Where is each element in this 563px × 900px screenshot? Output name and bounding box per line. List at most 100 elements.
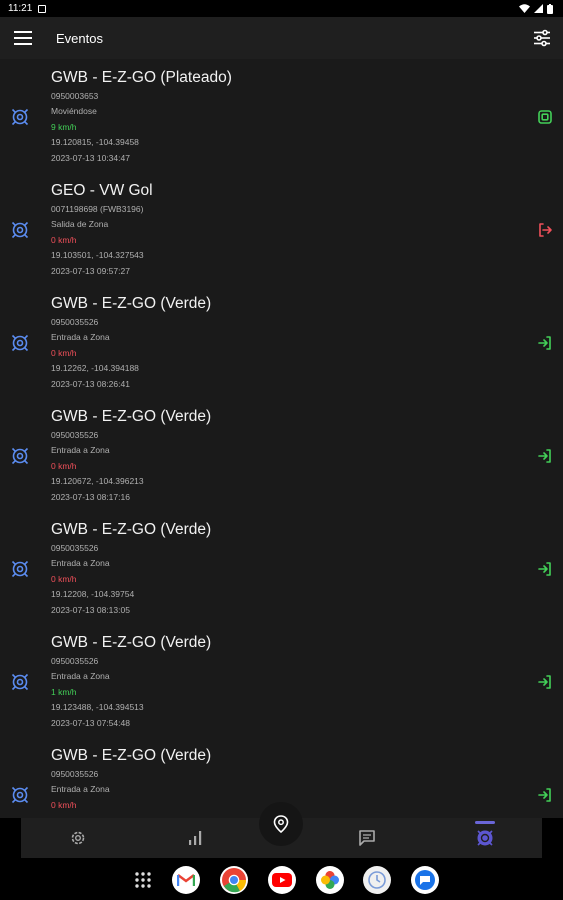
clock-app[interactable] [363,866,391,894]
event-list[interactable]: GWB - E-Z-GO (Plateado) 0950003653 Moviénd… [0,59,563,818]
menu-button[interactable] [0,17,46,59]
event-type-icon [10,220,30,240]
event-datetime: 2023-07-13 09:57:27 [51,265,130,276]
nav-settings[interactable] [48,818,108,858]
event-item[interactable]: GWB - E-Z-GO (Verde) 0950035526 Entrada a … [0,624,563,737]
event-type-icon [10,107,30,127]
event-device-id: 0950035526 [51,317,99,327]
event-datetime: 2023-07-13 07:54:48 [51,717,130,728]
zone-entry-icon[interactable] [537,561,553,577]
event-vehicle-name: GWB - E-Z-GO (Verde) [51,521,212,538]
event-details: GEO - VW Gol 0071198698 (FWB3196) Salida d… [51,181,513,279]
chrome-app[interactable] [220,866,248,894]
event-item[interactable]: GWB - E-Z-GO (Verde) 0950035526 Entrada a … [0,398,563,511]
wifi-icon [519,4,530,13]
clock-icon [368,871,386,889]
message-icon [359,830,375,846]
event-coordinates: 19.123488, -104.394513 [51,702,144,713]
event-coordinates: 19.12262, -104.394188 [51,363,139,374]
event-speed: 9 km/h [51,121,77,132]
event-device-id: 0950035526 [51,430,99,440]
event-type-icon [10,785,30,805]
event-device-id: 0950035526 [51,656,99,666]
event-vehicle-name: GWB - E-Z-GO (Verde) [51,295,212,312]
zone-exit-icon[interactable] [537,222,553,238]
zone-entry-icon[interactable] [537,448,553,464]
event-details: GWB - E-Z-GO (Plateado) 0950003653 Moviénd… [51,68,513,166]
event-datetime: 2023-07-13 08:13:05 [51,604,130,615]
event-speed: 0 km/h [51,460,77,471]
app-bar: Eventos [0,17,563,59]
nav-messages[interactable] [337,818,397,858]
nav-map[interactable] [259,802,303,846]
event-type-icon [10,559,30,579]
event-speed: 0 km/h [51,573,77,584]
event-details: GWB - E-Z-GO (Verde) 0950035526 Entrada a … [51,294,513,392]
status-time: 11:21 [8,3,33,14]
menu-icon [14,31,32,45]
system-taskbar [0,858,563,900]
signal-icon [534,4,543,13]
event-datetime: 2023-07-13 08:26:41 [51,378,130,389]
event-item[interactable]: GWB - E-Z-GO (Plateado) 0950003653 Moviénd… [0,59,563,172]
event-device-id: 0950035526 [51,769,99,779]
app-grid-icon [135,872,151,888]
event-active-icon [477,830,493,846]
photos-icon [321,871,339,889]
bottom-navigation [21,802,542,858]
event-datetime: 2023-07-13 08:17:16 [51,491,130,502]
gmail-app[interactable] [172,866,200,894]
event-coordinates: 19.12208, -104.39754 [51,589,135,600]
event-type: Salida de Zona [51,219,109,230]
event-item[interactable]: GWB - E-Z-GO (Verde) 0950035526 Entrada a … [0,511,563,624]
event-device-id: 0950035526 [51,543,99,553]
event-device-id: 0950003653 [51,91,99,101]
app-drawer-button[interactable] [129,866,157,894]
filter-button[interactable] [531,27,553,49]
event-details: GWB - E-Z-GO (Verde) 0950035526 Entrada a … [51,407,513,505]
status-bar: 11:21 [0,0,563,17]
zone-entry-icon[interactable] [537,787,553,803]
messages-app[interactable] [411,866,439,894]
event-type: Entrada a Zona [51,558,110,569]
event-details: GWB - E-Z-GO (Verde) 0950035526 Entrada a … [51,633,513,731]
event-type-icon [10,333,30,353]
zone-entry-icon[interactable] [537,335,553,351]
event-type: Moviéndose [51,106,97,117]
zone-entry-icon[interactable] [537,674,553,690]
event-coordinates: 19.120672, -104.396213 [51,476,144,487]
event-type: Entrada a Zona [51,445,110,456]
moving-event-icon[interactable] [537,109,553,125]
event-item[interactable]: GWB - E-Z-GO (Verde) 0950035526 Entrada a … [0,285,563,398]
notification-icon [38,4,47,13]
chrome-icon [222,868,247,893]
photos-app[interactable] [316,866,344,894]
page-title: Eventos [56,30,103,46]
chat-bubble-icon [415,870,435,890]
event-coordinates: 19.120815, -104.39458 [51,137,139,148]
battery-icon [547,3,553,14]
event-details: GWB - E-Z-GO (Verde) 0950035526 Entrada a … [51,520,513,618]
event-type: Entrada a Zona [51,332,110,343]
settings-icon [71,831,85,845]
event-type: Entrada a Zona [51,671,110,682]
event-speed: 0 km/h [51,234,77,245]
bar-chart-icon [189,831,202,845]
nav-stats[interactable] [165,818,225,858]
event-vehicle-name: GWB - E-Z-GO (Plateado) [51,69,232,86]
event-vehicle-name: GWB - E-Z-GO (Verde) [51,634,212,651]
youtube-app[interactable] [268,866,296,894]
event-datetime: 2023-07-13 10:34:47 [51,152,130,163]
event-vehicle-name: GWB - E-Z-GO (Verde) [51,747,212,764]
nav-events[interactable] [455,818,515,858]
event-coordinates: 19.103501, -104.327543 [51,250,144,261]
gmail-icon [177,874,195,886]
youtube-icon [272,873,292,887]
event-item[interactable]: GEO - VW Gol 0071198698 (FWB3196) Salida d… [0,172,563,285]
event-type: Entrada a Zona [51,784,110,795]
event-speed: 0 km/h [51,347,77,358]
event-vehicle-name: GWB - E-Z-GO (Verde) [51,408,212,425]
location-pin-icon [273,815,289,833]
event-device-id: 0071198698 (FWB3196) [51,204,144,214]
tune-icon [534,29,550,47]
